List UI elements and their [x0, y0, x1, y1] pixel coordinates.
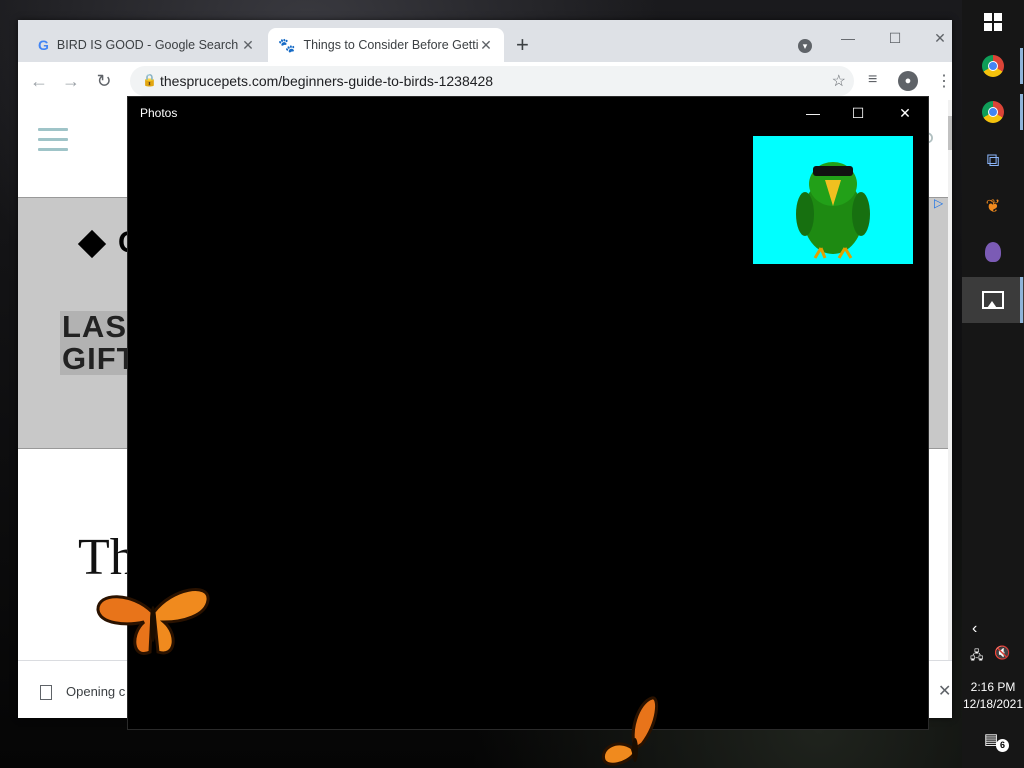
taskbar-chrome[interactable] — [962, 44, 1024, 88]
chevron-left-icon[interactable]: ‹ — [972, 620, 977, 638]
taskbar-remote[interactable]: ⧉ — [962, 138, 1024, 182]
tab-strip: G BIRD IS GOOD - Google Search ✕ 🐾 Thing… — [18, 20, 952, 62]
maximize-icon[interactable]: ☐ — [843, 103, 873, 123]
purple-character-icon — [985, 242, 1001, 262]
reload-icon[interactable]: ↻ — [93, 70, 115, 92]
file-icon — [40, 685, 52, 700]
close-tab-icon[interactable]: ✕ — [478, 37, 494, 54]
media-control-icon[interactable]: ≡ — [868, 71, 877, 89]
butterfly-icon — [96, 588, 210, 655]
close-download-bar-icon[interactable]: ✕ — [938, 681, 951, 701]
minimize-icon[interactable]: — — [836, 28, 860, 48]
address-bar[interactable]: 🔒 thesprucepets.com/beginners-guide-to-b… — [130, 66, 854, 96]
page-scrollbar[interactable] — [948, 100, 952, 660]
new-tab-button[interactable]: + — [516, 34, 529, 56]
taskbar-bonzi[interactable] — [962, 230, 1024, 274]
close-tab-icon[interactable]: ✕ — [240, 37, 256, 54]
taskbar-butterfly[interactable]: ❦ — [962, 184, 1024, 228]
paw-icon: 🐾 — [278, 36, 296, 53]
butterfly-icon — [601, 696, 659, 766]
start-button[interactable] — [962, 0, 1024, 44]
maximize-icon[interactable]: ☐ — [883, 28, 907, 48]
clock-date[interactable]: 12/18/2021 — [962, 697, 1024, 711]
photos-app-icon — [982, 291, 1004, 309]
menu-kebab-icon[interactable]: ⋮ — [936, 71, 952, 91]
active-indicator — [1020, 94, 1023, 130]
scrollbar-thumb[interactable] — [948, 116, 952, 150]
clock-time[interactable]: 2:16 PM — [962, 680, 1024, 694]
volume-muted-icon[interactable]: 🔇 — [994, 645, 1010, 661]
taskbar-chrome-2[interactable] — [962, 90, 1024, 134]
butterfly-app-icon: ❦ — [985, 195, 1001, 216]
ad-choices-icon[interactable]: ▷ — [934, 196, 943, 210]
tab-search-icon[interactable]: ▾ — [798, 39, 812, 53]
taskbar-photos[interactable] — [962, 277, 1024, 323]
close-icon[interactable]: ✕ — [928, 28, 952, 48]
taskbar: ⧉ ❦ ‹ 🖧 🔇 2:16 PM 12/18/2021 ▤ 6 — [962, 0, 1024, 768]
photos-window: Photos — ☐ ✕ — [127, 96, 929, 730]
google-icon: G — [38, 37, 49, 53]
download-status[interactable]: Opening c — [66, 684, 125, 699]
parrot-image[interactable] — [753, 136, 913, 264]
remote-desktop-icon: ⧉ — [986, 149, 1000, 170]
hamburger-menu-icon[interactable] — [38, 128, 68, 158]
photos-title: Photos — [140, 106, 178, 120]
url-text[interactable]: thesprucepets.com/beginners-guide-to-bir… — [160, 73, 493, 89]
diamond-logo-icon — [77, 229, 107, 259]
chrome-icon — [982, 101, 1004, 123]
close-icon[interactable]: ✕ — [890, 103, 920, 123]
parrot-with-sunglasses-icon — [796, 162, 870, 259]
tab-title: BIRD IS GOOD - Google Search — [56, 38, 239, 52]
minimize-icon[interactable]: — — [798, 103, 828, 123]
tab-title: Things to Consider Before Gettin — [303, 38, 478, 52]
active-indicator — [1020, 48, 1023, 84]
profile-avatar-icon[interactable]: ● — [898, 71, 918, 91]
active-indicator — [1020, 277, 1023, 323]
notification-count: 6 — [996, 739, 1009, 752]
bookmark-star-icon[interactable]: ☆ — [832, 71, 846, 91]
windows-logo-icon — [984, 13, 1002, 31]
tab-spruce-pets[interactable]: 🐾 Things to Consider Before Gettin ✕ — [268, 28, 504, 62]
lock-icon[interactable]: 🔒 — [142, 73, 157, 87]
network-icon[interactable]: 🖧 — [970, 646, 983, 667]
chrome-icon — [982, 55, 1004, 77]
back-icon[interactable]: ← — [28, 70, 50, 92]
tab-google-search[interactable]: G BIRD IS GOOD - Google Search ✕ — [28, 28, 266, 62]
ad-text-line: LAS — [60, 309, 129, 344]
forward-icon[interactable]: → — [60, 70, 82, 92]
